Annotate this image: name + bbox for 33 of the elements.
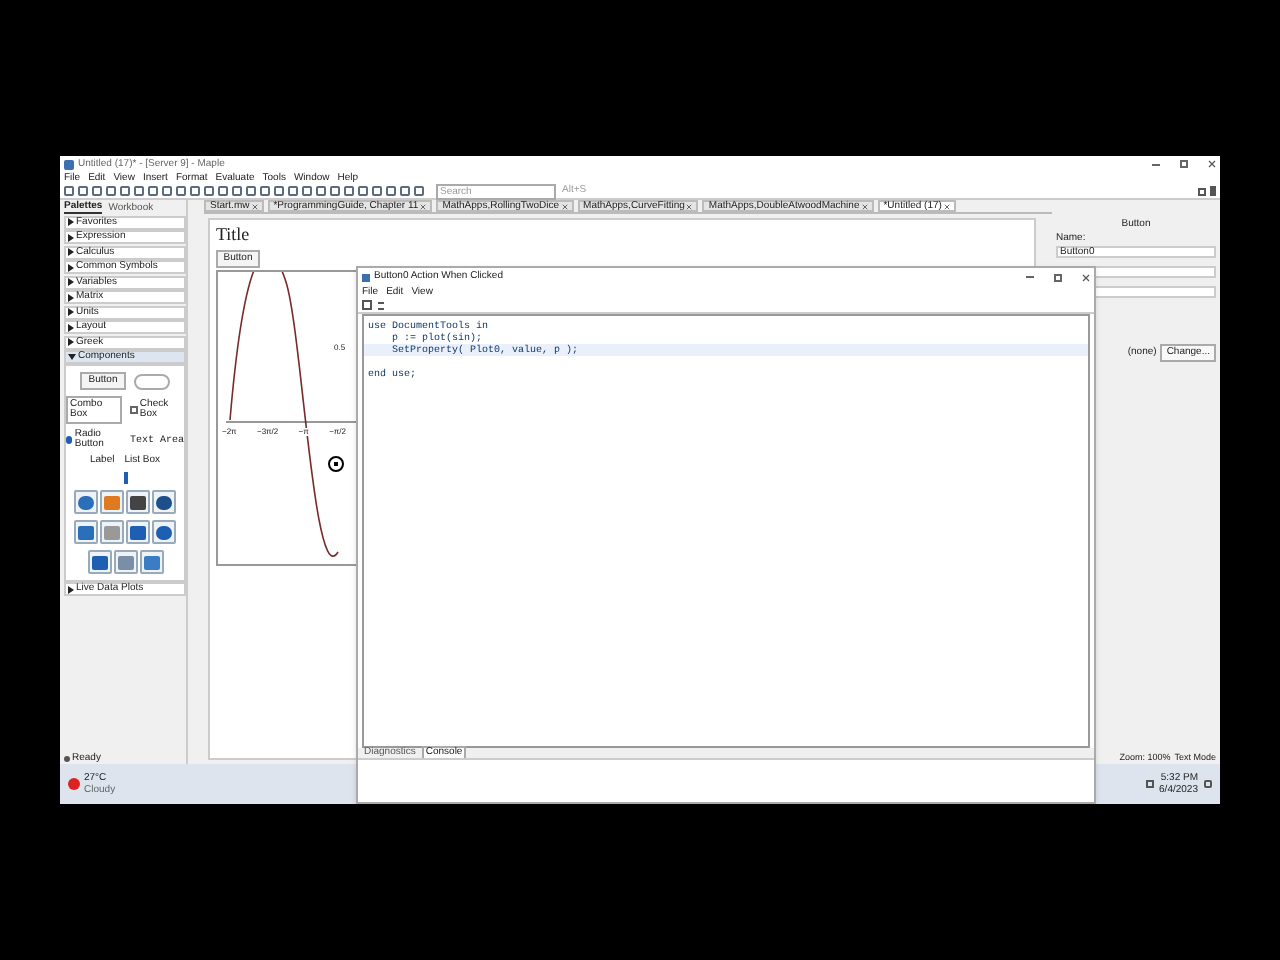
component-icon[interactable]	[126, 520, 150, 544]
toggle-component[interactable]	[133, 373, 170, 389]
save-icon[interactable]	[362, 300, 372, 310]
close-icon[interactable]	[686, 203, 693, 209]
component-icon[interactable]	[74, 520, 98, 544]
close-icon[interactable]	[943, 203, 950, 209]
radio-icon[interactable]	[66, 436, 73, 444]
minimize-icon[interactable]	[1152, 163, 1160, 165]
crosshair-cursor-icon	[328, 456, 344, 472]
maximize-icon[interactable]	[1180, 160, 1188, 168]
checkbox-icon[interactable]	[130, 406, 138, 414]
component-icon[interactable]	[152, 490, 176, 514]
notification-icon[interactable]	[1204, 780, 1212, 788]
component-icon[interactable]	[87, 550, 111, 574]
status-icon	[64, 755, 70, 761]
close-icon[interactable]	[251, 203, 258, 209]
weather-icon[interactable]	[68, 778, 80, 790]
app-icon	[64, 159, 74, 169]
close-icon[interactable]	[420, 203, 427, 209]
tray-icon[interactable]	[1145, 780, 1154, 788]
component-icon[interactable]	[152, 520, 176, 544]
close-icon[interactable]	[561, 203, 568, 209]
close-icon[interactable]	[1208, 160, 1216, 168]
app-icon	[362, 273, 370, 281]
document-title: Title	[216, 226, 252, 244]
list-icon[interactable]	[378, 301, 384, 309]
maximize-icon[interactable]	[1054, 273, 1062, 281]
component-icon[interactable]	[126, 490, 150, 514]
close-icon[interactable]	[1082, 273, 1090, 281]
close-icon[interactable]	[861, 203, 868, 209]
caret-icon	[68, 585, 74, 593]
component-icon[interactable]	[74, 490, 98, 514]
component-icon[interactable]	[139, 550, 163, 574]
